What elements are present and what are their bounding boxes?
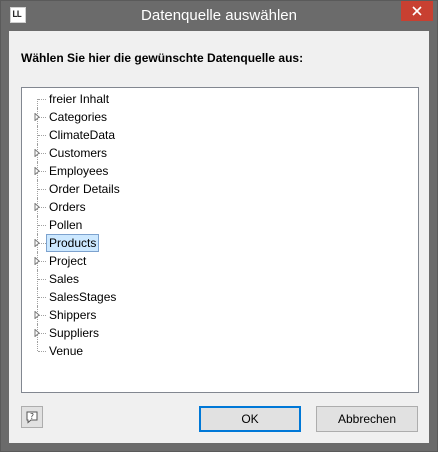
title-bar[interactable]: LL Datenquelle auswählen: [1, 1, 437, 31]
expand-arrow-icon[interactable]: [33, 311, 41, 319]
tree-item[interactable]: Customers: [22, 144, 402, 162]
tree-connector: [38, 225, 46, 226]
tree-item[interactable]: Sales: [22, 270, 402, 288]
tree-connector: [38, 351, 46, 352]
dialog-body: Wählen Sie hier die gewünschte Datenquel…: [9, 31, 429, 443]
expand-arrow-icon[interactable]: [33, 239, 41, 247]
tree-item[interactable]: Venue: [22, 342, 402, 360]
tree-item-label: SalesStages: [49, 290, 117, 304]
tree-item-label: Order Details: [49, 182, 120, 196]
ok-button[interactable]: OK: [199, 406, 301, 432]
tree-item-label: Venue: [49, 344, 84, 358]
expand-arrow-icon[interactable]: [33, 149, 41, 157]
tree-connector: [37, 99, 38, 108]
close-icon: [412, 6, 422, 16]
expand-arrow-icon[interactable]: [33, 113, 41, 121]
tree-connector: [38, 297, 46, 298]
tree-item-label: Sales: [49, 272, 80, 286]
tree-item[interactable]: ClimateData: [22, 126, 402, 144]
tree-item[interactable]: Categories: [22, 108, 402, 126]
tree-item-label: Shippers: [49, 308, 97, 322]
tree-connector: [38, 189, 46, 190]
tree-item-label: Products: [46, 234, 100, 252]
help-button[interactable]: ?: [21, 406, 43, 428]
tree-item-label: Project: [49, 254, 87, 268]
expand-arrow-icon[interactable]: [33, 329, 41, 337]
tree-item-label: Orders: [49, 200, 86, 214]
tree-item[interactable]: Employees: [22, 162, 402, 180]
tree-item[interactable]: Project: [22, 252, 402, 270]
tree-item-label: Pollen: [49, 218, 83, 232]
tree-item-label: Suppliers: [49, 326, 100, 340]
tree-item[interactable]: freier Inhalt: [22, 90, 402, 108]
tree-item[interactable]: Orders: [22, 198, 402, 216]
tree-connector: [38, 279, 46, 280]
tree-connector: [37, 342, 38, 351]
tree-item-label: freier Inhalt: [49, 92, 110, 106]
prompt-label: Wählen Sie hier die gewünschte Datenquel…: [21, 51, 304, 65]
expand-arrow-icon[interactable]: [33, 203, 41, 211]
tree-connector: [38, 99, 46, 100]
tree-item[interactable]: Products: [22, 234, 402, 252]
window-title: Datenquelle auswählen: [141, 7, 297, 24]
close-button[interactable]: [401, 1, 433, 21]
tree-connector: [38, 135, 46, 136]
tree-item-label: ClimateData: [49, 128, 116, 142]
cancel-button[interactable]: Abbrechen: [316, 406, 418, 432]
tree-item-label: Categories: [49, 110, 108, 124]
dialog-window: LL Datenquelle auswählen Wählen Sie hier…: [0, 0, 438, 452]
datasource-tree[interactable]: freier Inhalt Categories ClimateData Custom…: [21, 87, 419, 393]
tree-item[interactable]: SalesStages: [22, 288, 402, 306]
expand-arrow-icon[interactable]: [33, 167, 41, 175]
tree-item-label: Customers: [49, 146, 108, 160]
expand-arrow-icon[interactable]: [33, 257, 41, 265]
svg-text:?: ?: [30, 412, 34, 421]
tree-item-label: Employees: [49, 164, 109, 178]
tree-item[interactable]: Suppliers: [22, 324, 402, 342]
help-icon: ?: [26, 411, 38, 424]
tree-item[interactable]: Shippers: [22, 306, 402, 324]
tree-item[interactable]: Order Details: [22, 180, 402, 198]
tree-item[interactable]: Pollen: [22, 216, 402, 234]
